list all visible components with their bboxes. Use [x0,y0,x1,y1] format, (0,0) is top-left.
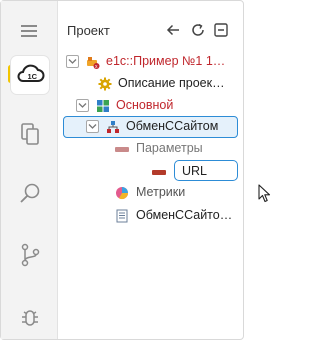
back-arrow-icon[interactable] [165,22,181,38]
tree-item-metrics[interactable]: Метрики [58,181,242,203]
1c-project-error-icon: x [86,54,100,70]
chevron-down-icon[interactable] [76,99,89,112]
activity-bar: 1C [1,1,58,339]
tree-item-description-label: Описание проек… [118,76,225,90]
tree-item-main[interactable]: Основной [58,94,242,116]
gear-icon [98,76,112,91]
rename-input[interactable] [182,164,234,178]
tree-item-params[interactable]: Параметры [58,137,242,159]
collapse-icon[interactable] [213,22,229,38]
project-panel: Проект x e1c::Пример №1 1… Описание прое… [58,1,271,339]
chevron-down-icon[interactable] [66,55,79,68]
panel-title: Проект [67,23,110,38]
chevron-down-icon[interactable] [86,120,99,133]
tree-item-root-label: e1c::Пример №1 1… [106,54,226,68]
svg-text:1C: 1C [28,72,38,81]
activity-1c-button[interactable]: 1C [11,56,49,94]
refresh-icon[interactable] [190,22,206,38]
tree-item-params-label: Параметры [136,141,203,155]
tree-item-metrics-label: Метрики [136,185,186,199]
http-service-icon [106,119,120,133]
tree-item-description[interactable]: Описание проек… [58,72,242,94]
copy-icon[interactable] [17,121,43,147]
tree-item-root[interactable]: x e1c::Пример №1 1… [58,50,242,72]
tree-item-main-label: Основной [116,98,174,112]
tree-item-exchange[interactable]: ОбменССайтом [58,115,242,137]
tree-item-exchange-module[interactable]: ОбменССайто… [58,204,242,226]
template-icon [152,164,166,178]
debug-icon[interactable] [17,305,43,331]
1c-cloud-icon: 1C [17,64,45,82]
menu-icon[interactable] [21,25,37,37]
source-control-icon[interactable] [17,242,43,268]
tree-item-exchange-label: ОбменССайтом [126,119,219,133]
search-icon[interactable] [17,181,43,207]
rename-field[interactable] [174,160,238,181]
template-icon [115,141,129,155]
configuration-icon [96,98,110,112]
pie-chart-icon [115,185,129,200]
mouse-cursor-icon [258,184,271,203]
tree-item-exchange-module-label: ОбменССайто… [136,208,233,222]
module-file-icon [115,208,129,223]
